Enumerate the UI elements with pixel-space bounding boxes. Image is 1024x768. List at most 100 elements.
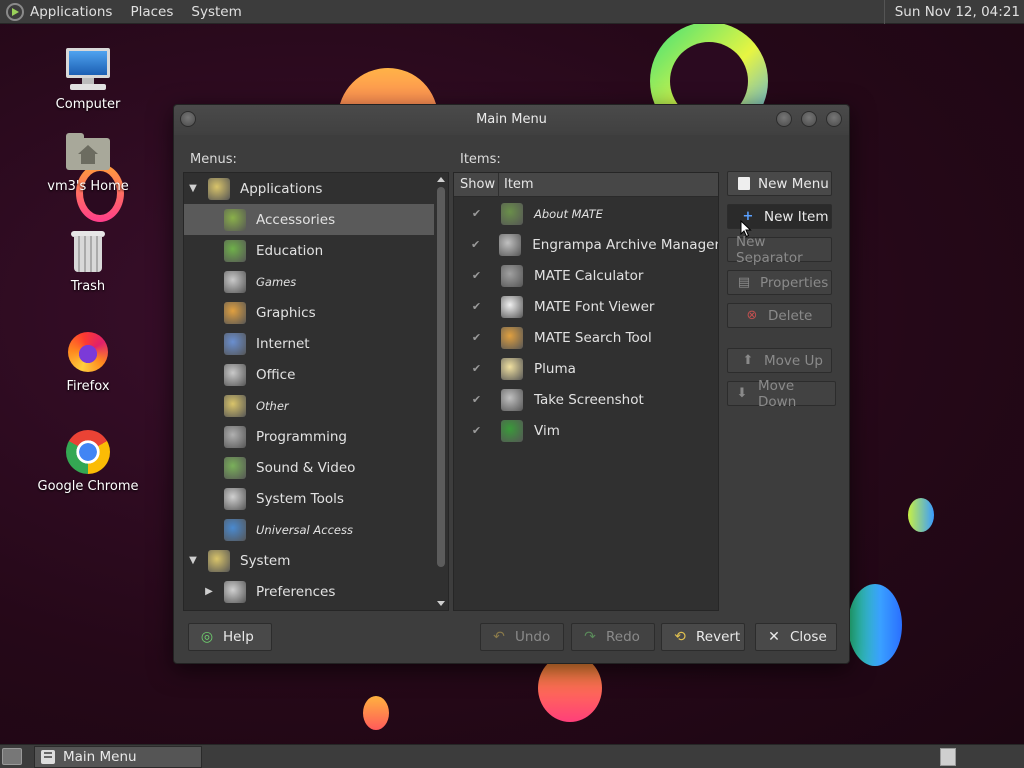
tree-item-sound-video[interactable]: Sound & Video: [184, 452, 434, 483]
item-row-about-mate[interactable]: ✔ About MATE: [454, 198, 718, 229]
close-window-button[interactable]: [826, 111, 842, 127]
properties-label: Properties: [760, 274, 829, 291]
delete-button[interactable]: ⊗ Delete: [727, 303, 832, 328]
dialog-titlebar[interactable]: Main Menu: [174, 105, 849, 135]
items-list-header: Show Item: [454, 173, 718, 197]
redo-button[interactable]: ↷ Redo: [571, 623, 655, 651]
tree-item-system-tools[interactable]: System Tools: [184, 483, 434, 514]
show-checkbox[interactable]: ✔: [454, 207, 499, 220]
scrollbar-thumb[interactable]: [437, 187, 445, 567]
item-row-take-screenshot[interactable]: ✔ Take Screenshot: [454, 384, 718, 415]
wallpaper-shape: [538, 654, 602, 722]
expander-icon[interactable]: ▼: [186, 183, 200, 194]
item-row-mate-font-viewer[interactable]: ✔ MATE Font Viewer: [454, 291, 718, 322]
tree-item-internet[interactable]: Internet: [184, 328, 434, 359]
move-up-button[interactable]: ⬆ Move Up: [727, 348, 832, 373]
programming-icon: [224, 425, 246, 448]
menu-tree-scrollbar[interactable]: [434, 173, 448, 610]
tree-item-label: System Tools: [256, 490, 344, 507]
scroll-down-icon[interactable]: [437, 601, 445, 606]
wallpaper-shape: [908, 498, 934, 532]
properties-button[interactable]: ▤ Properties: [727, 270, 832, 295]
expander-icon[interactable]: ▶: [202, 586, 216, 597]
tree-item-office[interactable]: Office: [184, 359, 434, 390]
show-checkbox[interactable]: ✔: [454, 300, 499, 313]
delete-label: Delete: [768, 307, 813, 324]
move-down-button[interactable]: ⬇ Move Down: [727, 378, 836, 410]
help-label: Help: [223, 629, 254, 645]
home-folder-icon: [64, 128, 112, 176]
tree-item-preferences[interactable]: ▶ Preferences: [184, 576, 434, 607]
taskbar-item-main-menu[interactable]: Main Menu: [34, 746, 202, 768]
menu-tree[interactable]: ▼ Applications Accessories Education Games Gr…: [183, 172, 449, 611]
trash-icon: [64, 228, 112, 276]
show-checkbox[interactable]: ✔: [454, 393, 499, 406]
show-checkbox[interactable]: ✔: [454, 362, 499, 375]
revert-button[interactable]: ⟲ Revert: [661, 623, 745, 651]
tree-item-accessories[interactable]: Accessories: [184, 204, 434, 235]
new-separator-button[interactable]: New Separator: [727, 234, 832, 266]
tree-item-label: Graphics: [256, 304, 316, 321]
system-icon: [208, 549, 230, 572]
tree-item-label: Office: [256, 366, 296, 383]
move-down-label: Move Down: [758, 377, 797, 410]
new-menu-button[interactable]: New Menu: [727, 171, 832, 196]
tree-item-games[interactable]: Games: [184, 266, 434, 297]
desktop-icon-firefox[interactable]: Firefox: [28, 328, 148, 394]
column-header-show[interactable]: Show: [454, 173, 499, 197]
tree-item-system[interactable]: ▼ System: [184, 545, 434, 576]
mate-logo-icon[interactable]: [6, 2, 24, 21]
column-header-item[interactable]: Item: [499, 173, 534, 197]
desktop-icon-computer[interactable]: Computer: [28, 46, 148, 112]
panel-clock[interactable]: Sun Nov 12, 04:21: [883, 0, 1024, 24]
panel-menu-applications[interactable]: Applications: [30, 4, 112, 20]
items-list[interactable]: Show Item ✔ About MATE ✔ Engrampa Archive M…: [453, 172, 719, 611]
desktop-icon-chrome[interactable]: Google Chrome: [28, 428, 148, 494]
expander-icon[interactable]: ▼: [186, 555, 200, 566]
show-desktop-icon[interactable]: [2, 748, 22, 765]
item-row-engrampa-archive-manager[interactable]: ✔ Engrampa Archive Manager: [454, 229, 718, 260]
close-icon: ✕: [768, 629, 780, 645]
undo-button[interactable]: ↶ Undo: [480, 623, 564, 651]
workspace-switcher[interactable]: [940, 748, 956, 766]
help-button[interactable]: ◎ Help: [188, 623, 272, 651]
item-row-mate-calculator[interactable]: ✔ MATE Calculator: [454, 260, 718, 291]
tree-item-other[interactable]: Other: [184, 390, 434, 421]
tree-item-label: Internet: [256, 335, 310, 352]
arrow-down-icon: ⬇: [736, 385, 748, 401]
item-row-vim[interactable]: ✔ Vim: [454, 415, 718, 446]
revert-label: Revert: [696, 629, 741, 645]
show-checkbox[interactable]: ✔: [454, 269, 499, 282]
undo-label: Undo: [515, 629, 551, 645]
show-checkbox[interactable]: ✔: [454, 331, 499, 344]
tree-item-universal-access[interactable]: Universal Access: [184, 514, 434, 545]
arrow-up-icon: ⬆: [742, 352, 754, 368]
item-label: MATE Font Viewer: [534, 298, 655, 315]
desktop-icon-trash[interactable]: Trash: [28, 228, 148, 294]
show-checkbox[interactable]: ✔: [454, 424, 499, 437]
help-icon: ◎: [200, 629, 214, 645]
tree-item-graphics[interactable]: Graphics: [184, 297, 434, 328]
graphics-icon: [224, 301, 246, 324]
show-checkbox[interactable]: ✔: [454, 238, 497, 251]
item-row-mate-search-tool[interactable]: ✔ MATE Search Tool: [454, 322, 718, 353]
panel-menu-places[interactable]: Places: [130, 4, 173, 20]
chrome-icon: [64, 428, 112, 476]
maximize-button[interactable]: [801, 111, 817, 127]
font-viewer-icon: [501, 295, 523, 318]
tree-item-label: Other: [256, 398, 289, 413]
item-row-pluma[interactable]: ✔ Pluma: [454, 353, 718, 384]
tree-item-programming[interactable]: Programming: [184, 421, 434, 452]
scroll-up-icon[interactable]: [437, 177, 445, 182]
minimize-button[interactable]: [776, 111, 792, 127]
panel-menu-system[interactable]: System: [191, 4, 241, 20]
desktop-icon-home[interactable]: vm3's Home: [28, 128, 148, 194]
close-button[interactable]: ✕ Close: [755, 623, 837, 651]
redo-icon: ↷: [584, 629, 596, 645]
other-icon: [224, 394, 246, 417]
wallpaper-shape: [848, 584, 902, 666]
tree-item-education[interactable]: Education: [184, 235, 434, 266]
vim-icon: [501, 419, 523, 442]
tree-item-applications[interactable]: ▼ Applications: [184, 173, 434, 204]
games-icon: [224, 270, 246, 293]
